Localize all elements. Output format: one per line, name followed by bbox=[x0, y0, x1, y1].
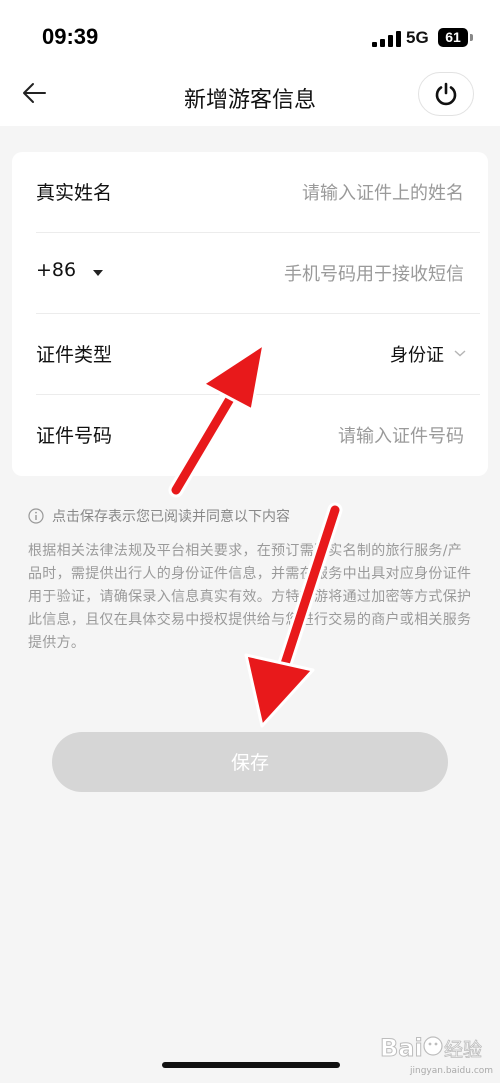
home-indicator[interactable] bbox=[162, 1062, 340, 1068]
watermark-brand-cn: 经验 bbox=[444, 1039, 482, 1061]
network-type: 5G bbox=[406, 28, 429, 47]
name-input[interactable]: 请输入证件上的姓名 bbox=[302, 179, 464, 205]
battery-tip bbox=[470, 34, 473, 41]
id-type-select[interactable]: 身份证 bbox=[390, 341, 444, 367]
name-row[interactable]: 真实姓名 请输入证件上的姓名 bbox=[12, 152, 488, 233]
phone-input[interactable]: 手机号码用于接收短信 bbox=[284, 260, 464, 286]
baidu-jingyan-watermark: Bai 经验 bbox=[380, 1034, 482, 1063]
status-time: 09:39 bbox=[42, 24, 99, 49]
nav-bar: 新增游客信息 bbox=[0, 68, 500, 126]
traveler-form: 真实姓名 请输入证件上的姓名 +86 手机号码用于接收短信 证件类型 身份证 证… bbox=[12, 152, 488, 476]
id-number-input[interactable]: 请输入证件号码 bbox=[338, 422, 464, 448]
chevron-down-icon[interactable] bbox=[454, 348, 466, 358]
caret-down-icon[interactable] bbox=[93, 270, 103, 276]
country-code-select[interactable]: +86 bbox=[36, 259, 76, 281]
id-number-row[interactable]: 证件号码 请输入证件号码 bbox=[12, 395, 488, 476]
power-button[interactable] bbox=[418, 72, 474, 116]
notice-body: 根据相关法律法规及平台相关要求，在预订需要实名制的旅行服务/产品时，需提供出行人… bbox=[28, 543, 472, 651]
signal-icon bbox=[372, 31, 401, 47]
id-number-label: 证件号码 bbox=[36, 425, 113, 447]
notice-heading: 点击保存表示您已阅读并同意以下内容 bbox=[28, 506, 290, 526]
id-type-label: 证件类型 bbox=[36, 344, 113, 366]
watermark-brand: Bai bbox=[380, 1034, 423, 1062]
status-bar: 09:39 5G 61 bbox=[0, 0, 500, 68]
notice-heading-text: 点击保存表示您已阅读并同意以下内容 bbox=[52, 509, 290, 525]
battery-icon: 61 bbox=[438, 28, 468, 47]
info-icon bbox=[28, 508, 44, 524]
save-button[interactable]: 保存 bbox=[52, 732, 448, 792]
watermark-url: jingyan.baidu.com bbox=[410, 1066, 494, 1076]
id-type-row[interactable]: 证件类型 身份证 bbox=[12, 314, 488, 395]
phone-row[interactable]: +86 手机号码用于接收短信 bbox=[12, 233, 488, 314]
name-label: 真实姓名 bbox=[36, 182, 113, 204]
power-icon bbox=[435, 82, 457, 106]
